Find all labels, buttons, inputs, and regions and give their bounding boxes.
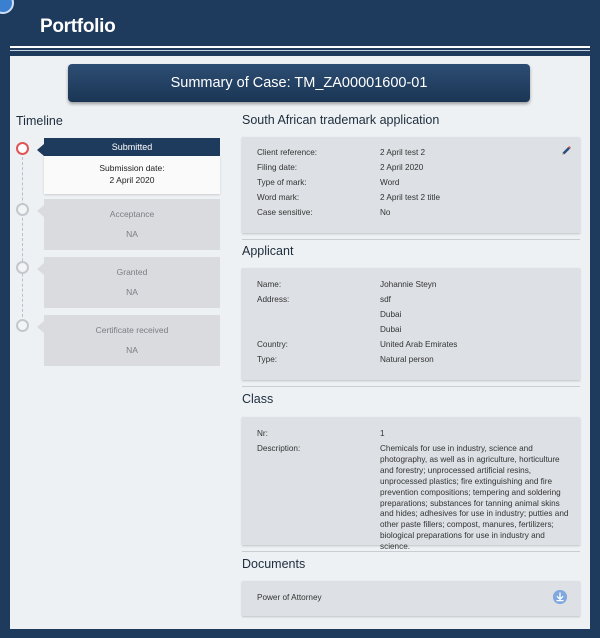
address-line: Dubai xyxy=(380,310,402,319)
address-line: Dubai xyxy=(380,325,402,334)
country-label: Country: xyxy=(257,340,288,349)
applicant-type-value: Natural person xyxy=(380,355,434,364)
section-divider xyxy=(242,239,580,240)
class-heading: Class xyxy=(242,392,274,406)
application-details-card: Client reference: 2 April test 2 Filing … xyxy=(242,137,580,233)
header-divider xyxy=(10,46,590,48)
applicant-name-value: Johannie Steyn xyxy=(380,280,437,289)
timeline-step-certificate: Certificate received NA xyxy=(37,315,220,366)
timeline-step-acceptance: Acceptance NA xyxy=(37,199,220,250)
timeline-step-body: Submission date: 2 April 2020 xyxy=(44,156,220,194)
applicant-type-label: Type: xyxy=(257,355,278,364)
applicant-details-card: Name: Johannie Steyn Address: sdf Dubai … xyxy=(242,268,580,380)
page-title: Portfolio xyxy=(40,16,116,37)
timeline-step-granted: Granted NA xyxy=(37,257,220,308)
case-panel: Summary of Case: TM_ZA00001600-01 Timeli… xyxy=(10,56,590,629)
timeline-step-title: Granted xyxy=(116,267,148,277)
class-nr-value: 1 xyxy=(380,429,385,438)
submission-date-label: Submission date: xyxy=(99,163,165,173)
type-of-mark-label: Type of mark: xyxy=(257,178,307,187)
header: Portfolio xyxy=(0,0,600,51)
case-sensitive-label: Case sensitive: xyxy=(257,208,313,217)
application-heading: South African trademark application xyxy=(242,113,440,127)
pencil-icon[interactable] xyxy=(560,145,572,157)
timeline-heading: Timeline xyxy=(16,114,63,128)
timeline-step-title: Submitted xyxy=(44,138,220,156)
timeline-dot-certificate xyxy=(16,319,29,332)
timeline-pointer xyxy=(37,205,44,217)
timeline-pointer xyxy=(37,144,44,156)
class-description-text: Chemicals for use in industry, science a… xyxy=(380,444,569,552)
timeline-dot-granted xyxy=(16,261,29,274)
timeline-step-title: Certificate received xyxy=(95,325,169,335)
timeline-pointer xyxy=(37,263,44,275)
documents-heading: Documents xyxy=(242,557,306,571)
case-sensitive-value: No xyxy=(380,208,391,217)
timeline-step-submitted: Submitted Submission date: 2 April 2020 xyxy=(37,138,220,194)
filing-date-label: Filing date: xyxy=(257,163,298,172)
timeline-step-value: NA xyxy=(126,287,138,297)
applicant-heading: Applicant xyxy=(242,244,294,258)
timeline-step-title: Acceptance xyxy=(109,209,155,219)
client-reference-value: 2 April test 2 xyxy=(380,148,426,157)
address-label: Address: xyxy=(257,295,290,304)
timeline-dot-acceptance xyxy=(16,203,29,216)
class-details-card: Nr: 1 Description: Chemicals for use in … xyxy=(242,417,580,551)
section-divider xyxy=(242,551,580,552)
download-icon[interactable] xyxy=(553,590,567,604)
document-name: Power of Attorney xyxy=(257,593,322,602)
word-mark-label: Word mark: xyxy=(257,193,300,202)
timeline-connector xyxy=(22,152,23,322)
timeline-step-value: NA xyxy=(126,229,138,239)
filing-date-value: 2 April 2020 xyxy=(380,163,424,172)
type-of-mark-value: Word xyxy=(380,178,400,187)
country-value: United Arab Emirates xyxy=(380,340,458,349)
class-nr-label: Nr: xyxy=(257,429,268,438)
word-mark-value: 2 April test 2 title xyxy=(380,193,441,202)
submission-date-value: 2 April 2020 xyxy=(109,175,155,185)
case-summary-banner: Summary of Case: TM_ZA00001600-01 xyxy=(68,64,530,102)
timeline-step-value: NA xyxy=(126,345,138,355)
address-line: sdf xyxy=(380,295,391,304)
timeline-dot-submitted xyxy=(16,142,29,155)
applicant-name-label: Name: xyxy=(257,280,282,289)
header-divider-secondary xyxy=(10,50,590,51)
section-divider xyxy=(242,386,580,387)
class-description-label: Description: xyxy=(257,444,301,453)
timeline-pointer xyxy=(37,321,44,333)
client-reference-label: Client reference: xyxy=(257,148,318,157)
document-item[interactable]: Power of Attorney xyxy=(242,581,580,616)
